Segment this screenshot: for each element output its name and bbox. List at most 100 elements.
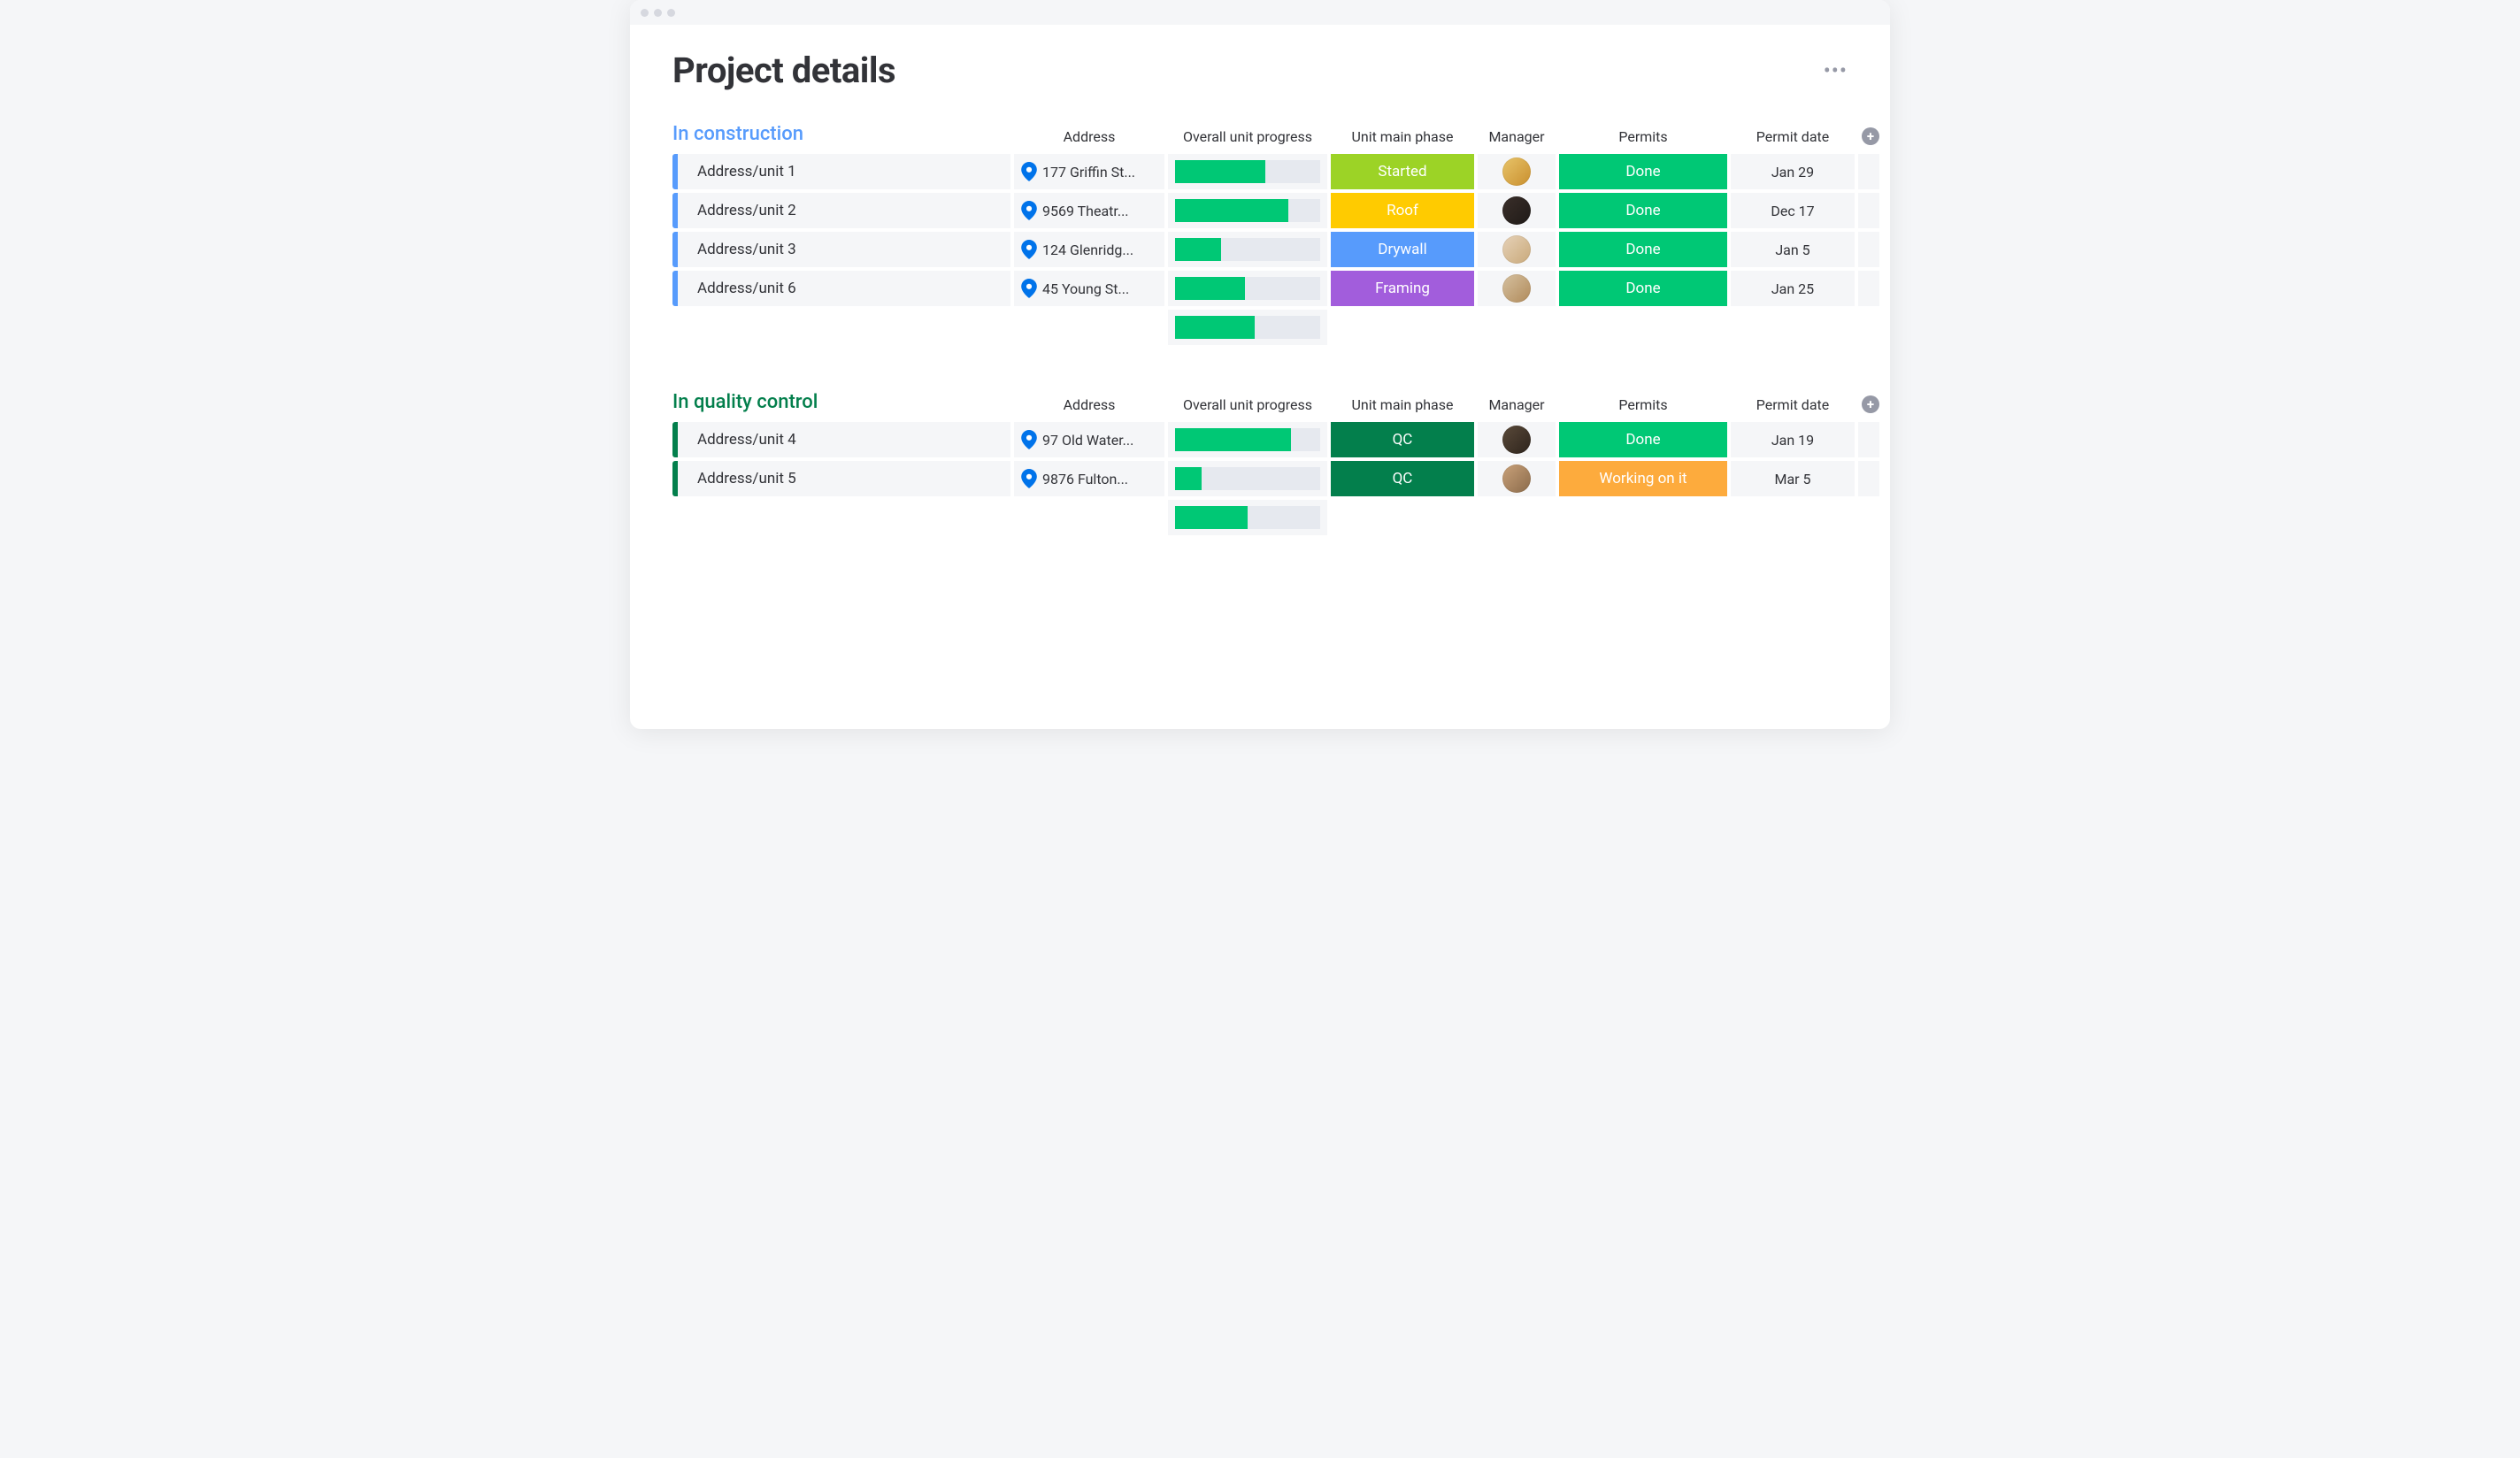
column-header-address[interactable]: Address <box>1014 396 1164 415</box>
column-header-phase[interactable]: Unit main phase <box>1331 128 1474 147</box>
summary-progress-cell <box>1168 500 1327 535</box>
progress-fill <box>1175 467 1202 490</box>
column-header-permits[interactable]: Permits <box>1559 396 1727 415</box>
address-text: 9569 Theatr... <box>1042 203 1129 219</box>
location-pin-icon <box>1021 240 1037 259</box>
progress-bar <box>1175 160 1320 183</box>
add-column-button[interactable]: + <box>1862 395 1879 413</box>
progress-bar <box>1175 277 1320 300</box>
column-header-address[interactable]: Address <box>1014 128 1164 147</box>
column-header-permits[interactable]: Permits <box>1559 128 1727 147</box>
window-dot <box>641 9 649 17</box>
location-pin-icon <box>1021 162 1037 181</box>
unit-name-cell[interactable]: Address/unit 6 <box>672 271 1010 306</box>
group-in_quality_control: In quality controlAddressOverall unit pr… <box>672 391 1848 535</box>
permit-date-cell[interactable]: Mar 5 <box>1731 461 1855 496</box>
group-summary-row <box>672 500 1848 535</box>
progress-bar <box>1175 316 1320 339</box>
progress-fill <box>1175 277 1245 300</box>
progress-fill <box>1175 506 1248 529</box>
address-text: 177 Griffin St... <box>1042 164 1135 180</box>
unit-name-cell[interactable]: Address/unit 1 <box>672 154 1010 189</box>
manager-cell[interactable] <box>1478 232 1556 267</box>
permit-status-cell[interactable]: Working on it <box>1559 461 1727 496</box>
address-cell[interactable]: 45 Young St... <box>1014 271 1164 306</box>
avatar <box>1502 426 1531 454</box>
row-trailing-cell <box>1858 461 1879 496</box>
column-header-progress[interactable]: Overall unit progress <box>1168 128 1327 147</box>
column-header-phase[interactable]: Unit main phase <box>1331 396 1474 415</box>
permit-status-cell[interactable]: Done <box>1559 232 1727 267</box>
table-row: Address/unit 3 124 Glenridg... Drywall Done… <box>672 232 1848 267</box>
permit-date-cell[interactable]: Jan 5 <box>1731 232 1855 267</box>
column-header-permit_date[interactable]: Permit date <box>1731 128 1855 147</box>
row-trailing-cell <box>1858 271 1879 306</box>
manager-cell[interactable] <box>1478 461 1556 496</box>
address-cell[interactable]: 124 Glenridg... <box>1014 232 1164 267</box>
progress-cell[interactable] <box>1168 271 1327 306</box>
progress-fill <box>1175 160 1265 183</box>
permit-date-cell[interactable]: Jan 29 <box>1731 154 1855 189</box>
progress-bar <box>1175 199 1320 222</box>
progress-cell[interactable] <box>1168 154 1327 189</box>
permit-status-cell[interactable]: Done <box>1559 422 1727 457</box>
progress-bar <box>1175 467 1320 490</box>
progress-cell[interactable] <box>1168 193 1327 228</box>
group-rows: Address/unit 1 177 Griffin St... Started Do… <box>672 154 1848 306</box>
unit-name: Address/unit 4 <box>697 431 796 449</box>
progress-bar <box>1175 428 1320 451</box>
address-cell[interactable]: 9876 Fulton... <box>1014 461 1164 496</box>
unit-name-cell[interactable]: Address/unit 5 <box>672 461 1010 496</box>
progress-fill <box>1175 238 1221 261</box>
progress-bar <box>1175 506 1320 529</box>
permit-date-cell[interactable]: Dec 17 <box>1731 193 1855 228</box>
address-text: 9876 Fulton... <box>1042 471 1128 487</box>
permit-status-cell[interactable]: Done <box>1559 271 1727 306</box>
add-column-button[interactable]: + <box>1862 127 1879 145</box>
manager-cell[interactable] <box>1478 193 1556 228</box>
group-title[interactable]: In quality control <box>672 391 1010 415</box>
progress-cell[interactable] <box>1168 422 1327 457</box>
manager-cell[interactable] <box>1478 154 1556 189</box>
unit-name-cell[interactable]: Address/unit 4 <box>672 422 1010 457</box>
column-header-progress[interactable]: Overall unit progress <box>1168 396 1327 415</box>
progress-cell[interactable] <box>1168 461 1327 496</box>
address-cell[interactable]: 97 Old Water... <box>1014 422 1164 457</box>
column-header-permit_date[interactable]: Permit date <box>1731 396 1855 415</box>
manager-cell[interactable] <box>1478 422 1556 457</box>
phase-cell[interactable]: Framing <box>1331 271 1474 306</box>
progress-bar <box>1175 238 1320 261</box>
permit-date-cell[interactable]: Jan 25 <box>1731 271 1855 306</box>
permit-status-cell[interactable]: Done <box>1559 154 1727 189</box>
row-trailing-cell <box>1858 422 1879 457</box>
phase-cell[interactable]: QC <box>1331 422 1474 457</box>
address-text: 45 Young St... <box>1042 280 1129 297</box>
group-title[interactable]: In construction <box>672 123 1010 147</box>
more-menu-icon[interactable]: ••• <box>1824 58 1848 83</box>
phase-cell[interactable]: Started <box>1331 154 1474 189</box>
permit-status-cell[interactable]: Done <box>1559 193 1727 228</box>
progress-cell[interactable] <box>1168 232 1327 267</box>
permit-date-cell[interactable]: Jan 19 <box>1731 422 1855 457</box>
unit-name-cell[interactable]: Address/unit 2 <box>672 193 1010 228</box>
unit-name-cell[interactable]: Address/unit 3 <box>672 232 1010 267</box>
manager-cell[interactable] <box>1478 271 1556 306</box>
page-header: Project details ••• <box>672 50 1848 91</box>
column-header-manager[interactable]: Manager <box>1478 396 1556 415</box>
progress-fill <box>1175 316 1255 339</box>
unit-name: Address/unit 3 <box>697 241 796 258</box>
phase-cell[interactable]: QC <box>1331 461 1474 496</box>
column-header-manager[interactable]: Manager <box>1478 128 1556 147</box>
phase-cell[interactable]: Roof <box>1331 193 1474 228</box>
table-row: Address/unit 1 177 Griffin St... Started Do… <box>672 154 1848 189</box>
group-rows: Address/unit 497 Old Water...QCDoneJan 1… <box>672 422 1848 496</box>
location-pin-icon <box>1021 279 1037 298</box>
phase-cell[interactable]: Drywall <box>1331 232 1474 267</box>
unit-name: Address/unit 2 <box>697 202 796 219</box>
address-cell[interactable]: 177 Griffin St... <box>1014 154 1164 189</box>
address-cell[interactable]: 9569 Theatr... <box>1014 193 1164 228</box>
location-pin-icon <box>1021 430 1037 449</box>
page-title: Project details <box>672 50 895 91</box>
unit-name: Address/unit 5 <box>697 470 796 487</box>
table-row: Address/unit 497 Old Water...QCDoneJan 1… <box>672 422 1848 457</box>
